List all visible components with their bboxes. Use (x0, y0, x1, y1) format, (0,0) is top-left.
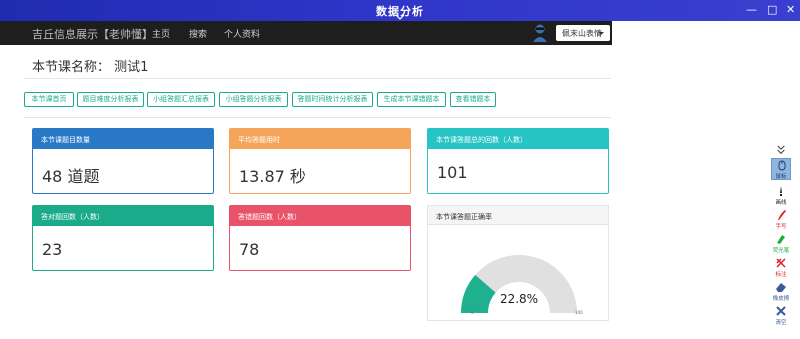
tool-eraser[interactable]: 橡皮擦 (762, 281, 800, 302)
gauge-title: 本节课答题正确率 (428, 206, 608, 225)
tab-view-wrongbook[interactable]: 查看错题本 (450, 92, 496, 107)
gauge-max-label: 100 (575, 310, 583, 315)
accuracy-gauge-panel: 本节课答题正确率 22.8% 0 100 (427, 205, 609, 321)
tool-mark[interactable]: 标注 (762, 257, 800, 278)
mouse-pointer-icon (778, 160, 786, 171)
minimize-button[interactable]: — (746, 3, 757, 16)
card-wrong-count: 答错题回数（人数） 78 (229, 205, 411, 271)
card-question-count: 本节课题目数量 48 道题 (32, 128, 214, 194)
tool-label: 画线 (775, 200, 787, 206)
tab-group-analysis[interactable]: 小组答题分析报表 (219, 92, 288, 107)
mark-icon (776, 258, 786, 268)
avatar[interactable] (531, 23, 549, 43)
card-title: 本节课答题总的回数（人数） (428, 129, 608, 149)
toolbar-collapse[interactable] (762, 145, 800, 155)
tool-label: 清空 (775, 320, 787, 326)
tab-course-home[interactable]: 本节课首页 (24, 92, 74, 107)
tool-highlighter[interactable]: 荧光笔 (762, 233, 800, 254)
tool-clear[interactable]: 清空 (762, 305, 800, 326)
chevron-down-icon[interactable] (393, 14, 407, 21)
card-title: 平均答题用时 (230, 129, 410, 149)
card-avg-time: 平均答题用时 13.87 秒 (229, 128, 411, 194)
user-menu-button[interactable]: 佩末山表情 (556, 25, 610, 41)
close-button[interactable]: ✕ (786, 3, 795, 16)
window-titlebar: 数据分析 — □ ✕ (0, 0, 800, 21)
card-title: 答对题回数（人数） (33, 206, 213, 226)
tab-time-analysis[interactable]: 答题时间统计分析报表 (292, 92, 373, 107)
accuracy-gauge (461, 255, 577, 313)
card-value: 101 (437, 163, 468, 182)
close-icon (776, 306, 786, 316)
course-title: 本节课名称： 测试1 (32, 60, 149, 75)
highlighter-icon (777, 235, 785, 244)
gauge-min-label: 0 (471, 310, 474, 315)
card-value: 13.87 秒 (239, 167, 306, 186)
tool-select[interactable]: 鼠标 (771, 158, 791, 180)
tool-label: 手写 (775, 224, 787, 230)
tab-difficulty-report[interactable]: 题目难度分析报表 (77, 92, 144, 107)
card-value: 78 (239, 240, 260, 259)
tool-label: 鼠标 (775, 174, 787, 180)
nav-profile[interactable]: 个人资料 (224, 27, 260, 40)
annotation-toolbar: 鼠标 画线 手写 荧光笔 标注 橡皮擦 清空 (762, 145, 800, 339)
card-title: 答错题回数（人数） (230, 206, 410, 226)
tool-label: 荧光笔 (772, 248, 790, 254)
top-navbar: 吉丘信息展示【老帅懂】 主页 搜索 个人资料 佩末山表情 (0, 21, 612, 45)
brand-title[interactable]: 吉丘信息展示【老帅懂】 (32, 26, 153, 42)
nav-home[interactable]: 主页 (152, 27, 170, 40)
card-title: 本节课题目数量 (33, 129, 213, 149)
card-value: 23 (42, 240, 63, 259)
tool-label: 标注 (775, 272, 787, 278)
chevrons-down-icon (777, 145, 785, 155)
tool-draw-line[interactable]: 画线 (762, 185, 800, 206)
gauge-value-label: 22.8% (499, 292, 539, 306)
divider (24, 117, 611, 118)
caret-down-icon (598, 32, 604, 35)
divider (24, 78, 611, 79)
tool-handwrite[interactable]: 手写 (762, 209, 800, 230)
eraser-icon (776, 283, 786, 292)
tab-generate-wrongbook[interactable]: 生成本节课错题本 (377, 92, 446, 107)
tab-group-summary[interactable]: 小组答题汇总报表 (147, 92, 215, 107)
tool-label: 橡皮擦 (772, 296, 790, 302)
card-value: 48 道题 (42, 167, 100, 186)
nav-search[interactable]: 搜索 (189, 27, 207, 40)
maximize-button[interactable]: □ (767, 3, 777, 16)
brush-icon (778, 210, 786, 220)
user-name: 佩末山表情 (562, 29, 602, 38)
card-total-answers: 本节课答题总的回数（人数） 101 (427, 128, 609, 194)
card-correct-count: 答对题回数（人数） 23 (32, 205, 214, 271)
pen-icon (780, 186, 782, 196)
